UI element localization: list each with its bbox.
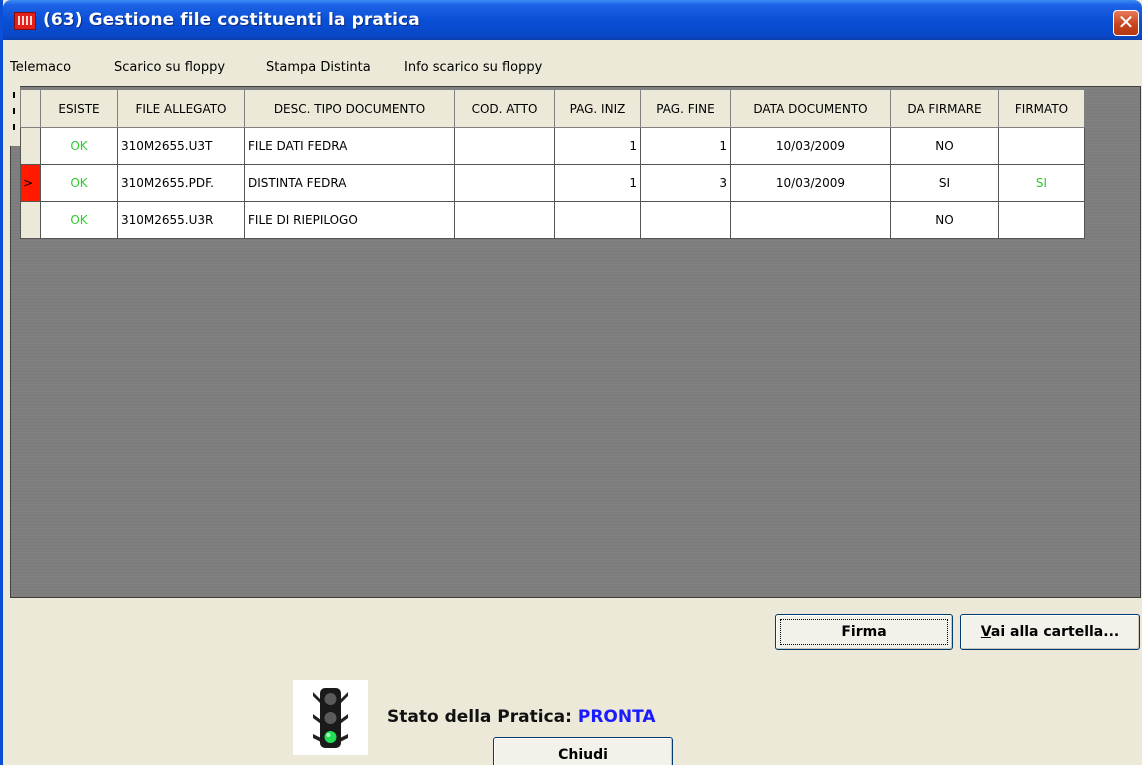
- cell-data-documento[interactable]: [730, 201, 891, 239]
- cell-cod-atto[interactable]: [454, 164, 555, 202]
- table-row[interactable]: OK 310M2655.U3R FILE DI RIEPILOGO NO: [20, 201, 1085, 239]
- menu-info-scarico[interactable]: Info scarico su floppy: [404, 60, 542, 75]
- chiudi-button[interactable]: Chiudi: [493, 737, 673, 765]
- menu-bar: Telemaco Scarico su floppy Stampa Distin…: [3, 60, 1142, 80]
- col-pag-fine[interactable]: PAG. FINE: [640, 89, 731, 128]
- cell-firmato[interactable]: [998, 127, 1085, 165]
- cell-cod-atto[interactable]: [454, 127, 555, 165]
- table-header-row: ESISTE FILE ALLEGATO DESC. TIPO DOCUMENT…: [20, 89, 1085, 128]
- app-icon: [14, 12, 36, 30]
- row-indicator-header: [20, 89, 41, 128]
- cell-pag-fine[interactable]: 1: [640, 127, 731, 165]
- row-indicator[interactable]: [20, 127, 41, 165]
- table-row[interactable]: > OK 310M2655.PDF. DISTINTA FEDRA 1 3 10…: [20, 164, 1085, 202]
- col-firmato[interactable]: FIRMATO: [998, 89, 1085, 128]
- cell-file-allegato[interactable]: 310M2655.U3R: [117, 201, 245, 239]
- cell-pag-iniz[interactable]: 1: [554, 127, 641, 165]
- menu-stampa-distinta[interactable]: Stampa Distinta: [266, 60, 371, 75]
- cell-firmato[interactable]: [998, 201, 1085, 239]
- cell-file-allegato[interactable]: 310M2655.PDF.: [117, 164, 245, 202]
- cell-pag-iniz[interactable]: 1: [554, 164, 641, 202]
- cell-da-firmare[interactable]: NO: [890, 127, 999, 165]
- cell-desc[interactable]: DISTINTA FEDRA: [244, 164, 455, 202]
- focus-ring: [780, 619, 948, 645]
- cell-esiste[interactable]: OK: [40, 127, 118, 165]
- table-row[interactable]: OK 310M2655.U3T FILE DATI FEDRA 1 1 10/0…: [20, 127, 1085, 165]
- file-table[interactable]: ESISTE FILE ALLEGATO DESC. TIPO DOCUMENT…: [20, 89, 1085, 239]
- grid-side-strip: [10, 86, 20, 146]
- col-desc-tipo-documento[interactable]: DESC. TIPO DOCUMENTO: [244, 89, 455, 128]
- cell-da-firmare[interactable]: SI: [890, 164, 999, 202]
- cell-file-allegato[interactable]: 310M2655.U3T: [117, 127, 245, 165]
- cell-desc[interactable]: FILE DATI FEDRA: [244, 127, 455, 165]
- vai-button-label: ai alla cartella...: [990, 624, 1120, 640]
- status-pratica: Stato della Pratica: PRONTA: [387, 707, 656, 727]
- col-data-documento[interactable]: DATA DOCUMENTO: [730, 89, 891, 128]
- col-pag-iniz[interactable]: PAG. INIZ: [554, 89, 641, 128]
- cell-desc[interactable]: FILE DI RIEPILOGO: [244, 201, 455, 239]
- cell-data-documento[interactable]: 10/03/2009: [730, 164, 891, 202]
- col-esiste[interactable]: ESISTE: [40, 89, 118, 128]
- cell-esiste[interactable]: OK: [40, 164, 118, 202]
- cell-pag-iniz[interactable]: [554, 201, 641, 239]
- status-label: Stato della Pratica:: [387, 707, 572, 727]
- cell-da-firmare[interactable]: NO: [890, 201, 999, 239]
- status-value: PRONTA: [577, 707, 656, 727]
- cell-firmato[interactable]: SI: [998, 164, 1085, 202]
- cell-pag-fine[interactable]: 3: [640, 164, 731, 202]
- window-title: (63) Gestione file costituenti la pratic…: [43, 10, 420, 30]
- close-button[interactable]: ✕: [1113, 10, 1139, 36]
- firma-button[interactable]: Firma: [775, 614, 953, 650]
- row-indicator-selected[interactable]: >: [20, 164, 41, 202]
- cell-esiste[interactable]: OK: [40, 201, 118, 239]
- menu-telemaco[interactable]: Telemaco: [10, 60, 71, 75]
- title-bar[interactable]: (63) Gestione file costituenti la pratic…: [3, 0, 1142, 40]
- row-indicator[interactable]: [20, 201, 41, 239]
- col-file-allegato[interactable]: FILE ALLEGATO: [117, 89, 245, 128]
- cell-data-documento[interactable]: 10/03/2009: [730, 127, 891, 165]
- vai-alla-cartella-button[interactable]: Vai alla cartella...: [960, 614, 1140, 650]
- traffic-light-icon: [293, 680, 368, 755]
- col-cod-atto[interactable]: COD. ATTO: [454, 89, 555, 128]
- chiudi-button-label: Chiudi: [558, 747, 608, 763]
- main-window: (63) Gestione file costituenti la pratic…: [0, 0, 1142, 765]
- cell-cod-atto[interactable]: [454, 201, 555, 239]
- menu-scarico-floppy[interactable]: Scarico su floppy: [114, 60, 225, 75]
- cell-pag-fine[interactable]: [640, 201, 731, 239]
- col-da-firmare[interactable]: DA FIRMARE: [890, 89, 999, 128]
- vai-accelerator: V: [980, 624, 991, 640]
